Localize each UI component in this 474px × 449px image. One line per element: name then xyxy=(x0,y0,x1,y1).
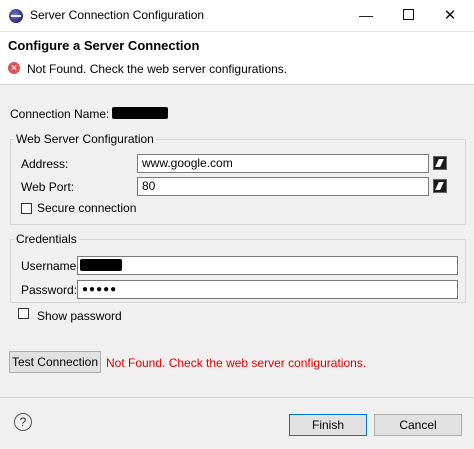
header-error-message: Not Found. Check the web server configur… xyxy=(27,62,288,76)
eclipse-app-icon xyxy=(9,9,23,23)
show-password-checkbox[interactable] xyxy=(18,308,29,319)
dialog-window: Server Connection Configuration — ✕ Conf… xyxy=(0,0,474,449)
window-title: Server Connection Configuration xyxy=(30,8,205,22)
address-label: Address: xyxy=(21,157,69,171)
error-icon: ✕ xyxy=(8,62,20,74)
test-error-message: Not Found. Check the web server configur… xyxy=(106,356,367,370)
credentials-legend: Credentials xyxy=(14,232,79,246)
edit-port-icon[interactable] xyxy=(433,179,447,193)
web-port-label: Web Port: xyxy=(21,180,75,194)
dialog-header: Configure a Server Connection ✕ Not Foun… xyxy=(0,32,474,85)
page-title: Configure a Server Connection xyxy=(8,38,200,53)
web-server-legend: Web Server Configuration xyxy=(14,132,156,146)
username-label: Username: xyxy=(21,259,80,273)
redacted-connection-name xyxy=(112,107,168,119)
address-input[interactable]: www.google.com xyxy=(137,154,429,173)
edit-address-icon[interactable] xyxy=(433,156,447,170)
footer-divider xyxy=(0,397,474,398)
test-connection-button[interactable]: Test Connection xyxy=(9,351,101,373)
help-icon[interactable]: ? xyxy=(14,413,32,431)
redacted-username xyxy=(80,259,122,271)
finish-button[interactable]: Finish xyxy=(289,414,367,436)
maximize-button[interactable] xyxy=(386,0,430,31)
close-button[interactable]: ✕ xyxy=(428,0,472,31)
minimize-button[interactable]: — xyxy=(344,0,388,31)
maximize-icon xyxy=(402,9,414,21)
username-input[interactable] xyxy=(77,256,458,275)
secure-connection-checkbox[interactable] xyxy=(21,203,32,214)
connection-name-label: Connection Name: xyxy=(10,107,110,121)
password-label: Password: xyxy=(21,283,78,297)
show-password-label: Show password xyxy=(37,309,122,323)
password-input[interactable]: ●●●●● xyxy=(77,280,458,299)
web-port-input[interactable]: 80 xyxy=(137,177,429,196)
secure-connection-label: Secure connection xyxy=(37,201,137,215)
cancel-button[interactable]: Cancel xyxy=(374,414,462,436)
title-bar: Server Connection Configuration — ✕ xyxy=(0,0,474,32)
